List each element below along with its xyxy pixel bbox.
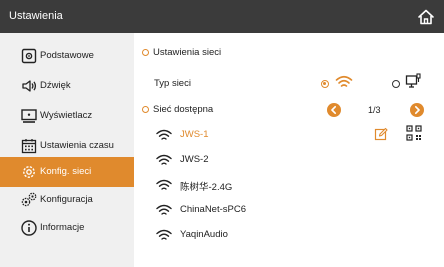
wifi-radio[interactable]	[321, 80, 329, 88]
network-name: ChinaNet-sPC6	[180, 204, 246, 215]
network-row[interactable]: JWS-1	[134, 122, 444, 148]
wifi-icon	[335, 75, 353, 87]
page-indicator: 1/3	[368, 105, 381, 115]
sidebar-item-label: Podstawowe	[40, 50, 94, 61]
home-icon[interactable]	[416, 7, 436, 27]
sidebar-item-label: Wyświetlacz	[40, 110, 93, 121]
sidebar-item-info[interactable]: Informacje	[0, 213, 134, 243]
sidebar-item-basic[interactable]: Podstawowe	[0, 41, 134, 71]
wifi-icon	[156, 179, 172, 190]
top-bar: Ustawienia	[0, 0, 444, 33]
ethernet-icon	[405, 73, 421, 88]
network-gear-icon	[23, 166, 35, 178]
network-row[interactable]: 陈树华-2.4G	[134, 172, 444, 198]
wired-radio[interactable]	[392, 80, 400, 88]
sidebar-item-sound[interactable]: Dźwięk	[0, 71, 134, 101]
wifi-icon	[156, 129, 172, 140]
network-name: JWS-2	[180, 154, 209, 165]
wifi-icon	[156, 154, 172, 165]
wifi-icon	[156, 229, 172, 240]
sidebar-item-display[interactable]: Wyświetlacz	[0, 101, 134, 131]
section-title: Sieć dostępna	[153, 104, 214, 115]
page-title: Ustawienia	[9, 10, 63, 22]
calendar-icon	[21, 139, 37, 154]
next-page-button[interactable]	[410, 103, 424, 117]
edit-icon[interactable]	[374, 127, 388, 141]
network-row[interactable]: ChinaNet-sPC6	[134, 197, 444, 223]
sidebar-item-network-config[interactable]: Konfig. sieci	[0, 157, 134, 187]
speaker-icon	[22, 80, 37, 92]
qr-code-icon[interactable]	[406, 125, 422, 141]
wifi-icon	[156, 204, 172, 215]
network-name: YaqinAudio	[180, 229, 228, 240]
network-name: 陈树华-2.4G	[180, 182, 233, 193]
sidebar-item-label: Ustawienia czasu	[40, 140, 114, 151]
chevron-left-icon	[331, 105, 337, 115]
prev-page-button[interactable]	[327, 103, 341, 117]
network-name: JWS-1	[180, 129, 209, 140]
network-row[interactable]: JWS-2	[134, 147, 444, 173]
section-bullet-icon	[142, 106, 149, 113]
sidebar-item-configuration[interactable]: Konfiguracja	[0, 185, 134, 215]
network-row[interactable]: YaqinAudio	[134, 222, 444, 248]
chevron-right-icon	[414, 105, 420, 115]
section-bullet-icon	[142, 49, 149, 56]
sidebar: Podstawowe Dźwięk Wyświetlacz Ustawienia…	[0, 33, 134, 267]
info-icon	[21, 220, 37, 236]
gears-icon	[21, 192, 37, 207]
basic-settings-icon	[21, 48, 37, 64]
sidebar-item-label: Informacje	[40, 222, 85, 233]
network-type-label: Typ sieci	[154, 78, 191, 89]
sidebar-item-label: Konfiguracja	[40, 194, 93, 205]
sidebar-item-label: Konfig. sieci	[40, 166, 92, 177]
section-title: Ustawienia sieci	[153, 47, 222, 58]
sidebar-item-label: Dźwięk	[40, 80, 71, 91]
main-panel: Ustawienia sieci Typ sieci Sieć dostępna…	[134, 33, 444, 267]
monitor-icon	[21, 109, 37, 123]
